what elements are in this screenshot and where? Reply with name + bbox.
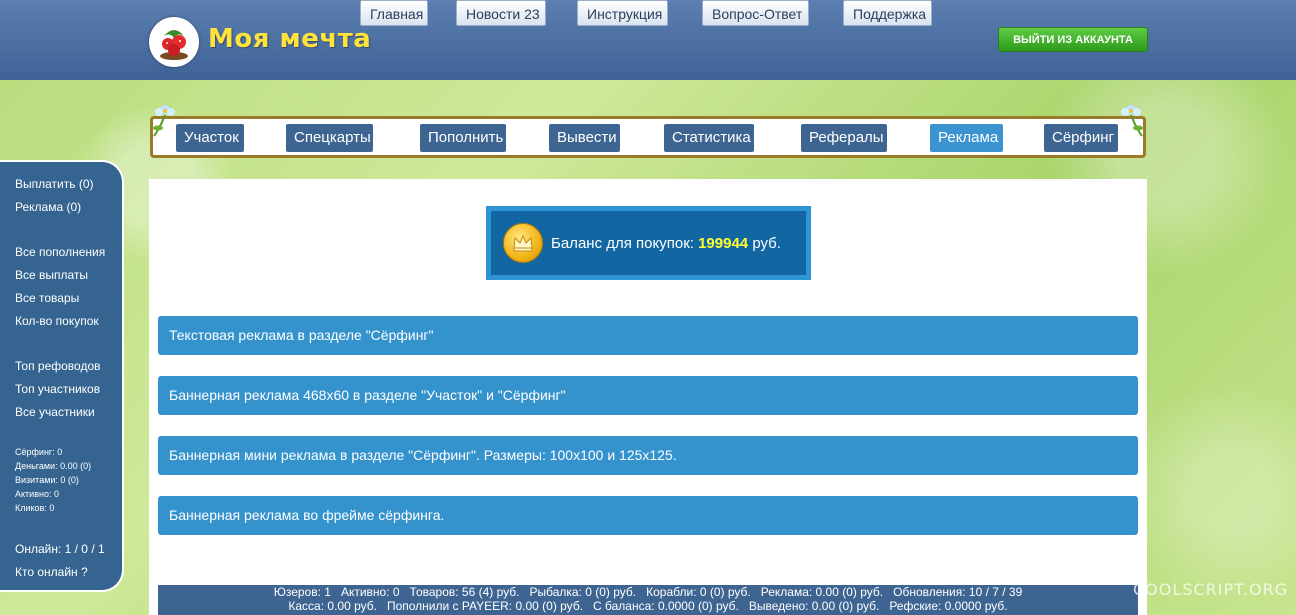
sidebar-link-top-members[interactable]: Топ участников (15, 382, 100, 396)
sidebar-stat-money: Деньгами: 0.00 (0) (15, 461, 92, 471)
menu-withdraw[interactable]: Вывести (549, 124, 620, 152)
flower-decoration-icon (1121, 105, 1143, 137)
sidebar-link-payout[interactable]: Выплатить (0) (15, 177, 94, 191)
sidebar-online-count: Онлайн: 1 / 0 / 1 (15, 542, 105, 556)
logout-button[interactable]: ВЫЙТИ ИЗ АККАУНТА (998, 27, 1148, 52)
sidebar-link-who-online[interactable]: Кто онлайн ? (15, 565, 88, 579)
balance-value: 199944 (698, 235, 749, 252)
balance-panel: Баланс для покупок: 199944 руб. (486, 206, 811, 280)
nav-home[interactable]: Главная (360, 0, 428, 26)
sidebar-link-purchases[interactable]: Кол-во покупок (15, 314, 99, 328)
nav-support[interactable]: Поддержка (843, 0, 932, 26)
site-logo-text[interactable]: Моя мечта (208, 24, 371, 54)
menu-statistics[interactable]: Статистика (664, 124, 754, 152)
strawberry-icon[interactable] (149, 17, 199, 67)
sidebar-link-advertising[interactable]: Реклама (0) (15, 200, 81, 214)
footer-stats: Юзеров: 1 Активно: 0 Товаров: 56 (4) руб… (158, 585, 1138, 615)
ad-option-mini-banner[interactable]: Баннерная мини реклама в разделе "Сёрфин… (158, 436, 1138, 475)
left-sidebar (0, 160, 124, 592)
footer-stats-line-2: Касса: 0.00 руб. Пополнили с PAYEER: 0.0… (288, 599, 1008, 613)
menu-special-cards[interactable]: Спецкарты (286, 124, 373, 152)
sidebar-stat-active: Активно: 0 (15, 489, 59, 499)
ad-option-text-surfing[interactable]: Текстовая реклама в разделе "Сёрфинг" (158, 316, 1138, 355)
menu-plot[interactable]: Участок (176, 124, 244, 152)
top-header: Моя мечта Главная Новости 23 Инструкция … (0, 0, 1296, 80)
balance-label: Баланс для покупок: (551, 235, 694, 252)
sidebar-stat-clicks: Кликов: 0 (15, 503, 55, 513)
menu-referrals[interactable]: Рефералы (801, 124, 887, 152)
sidebar-link-all-goods[interactable]: Все товары (15, 291, 79, 305)
nav-instructions[interactable]: Инструкция (577, 0, 668, 26)
menu-advertising[interactable]: Реклама (930, 124, 1003, 152)
ad-option-banner-468[interactable]: Баннерная реклама 468x60 в разделе "Учас… (158, 376, 1138, 415)
sidebar-stat-visits: Визитами: 0 (0) (15, 475, 79, 485)
ad-option-frame-banner[interactable]: Баннерная реклама во фрейме сёрфинга. (158, 496, 1138, 535)
sidebar-link-all-payouts[interactable]: Все выплаты (15, 268, 88, 282)
menu-surfing[interactable]: Сёрфинг (1044, 124, 1118, 152)
sidebar-link-all-deposits[interactable]: Все пополнения (15, 245, 105, 259)
balance-currency: руб. (752, 235, 781, 252)
sidebar-link-all-members[interactable]: Все участники (15, 405, 95, 419)
crown-coin-icon (503, 223, 543, 263)
sidebar-stat-surfing: Сёрфинг: 0 (15, 447, 63, 457)
sidebar-link-top-referrers[interactable]: Топ рефоводов (15, 359, 101, 373)
menu-deposit[interactable]: Пополнить (420, 124, 506, 152)
footer-stats-line-1: Юзеров: 1 Активно: 0 Товаров: 56 (4) руб… (273, 585, 1023, 599)
nav-news[interactable]: Новости 23 (456, 0, 546, 26)
nav-faq[interactable]: Вопрос-Ответ (702, 0, 809, 26)
balance-text: Баланс для покупок: 199944 руб. (551, 235, 781, 252)
watermark: COOLSCRIPT.ORG (1133, 580, 1289, 599)
